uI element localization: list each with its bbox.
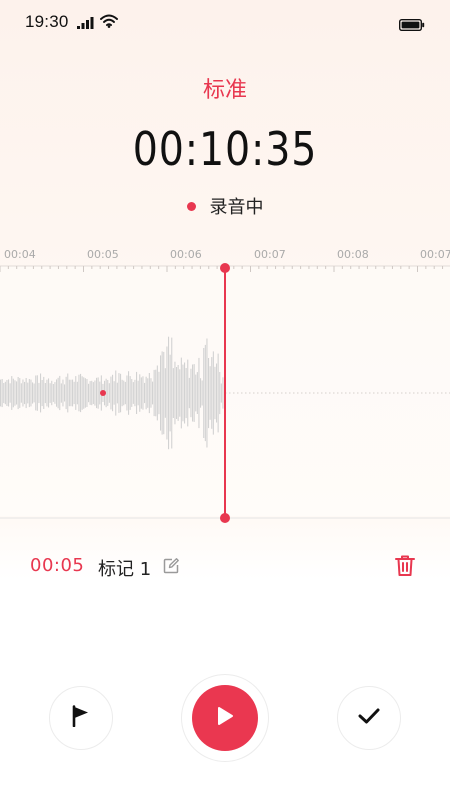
timeline-tick: 00:07	[254, 248, 286, 261]
status-time: 19:30	[25, 12, 69, 31]
marker-point[interactable]	[100, 390, 106, 396]
recording-status: 录音中	[0, 193, 450, 219]
recording-status-text: 录音中	[209, 197, 264, 218]
marker-time: 00:05	[30, 555, 85, 576]
play-button-inner	[192, 685, 258, 751]
edit-icon[interactable]	[163, 558, 179, 578]
timeline-tick: 00:07	[420, 248, 450, 261]
battery-icon	[398, 16, 425, 35]
timeline-tick: 00:04	[4, 248, 36, 261]
elapsed-timer: 00:10:35	[132, 122, 318, 176]
flag-icon	[71, 705, 91, 731]
status-bar: 19:30	[0, 0, 450, 44]
check-icon	[358, 707, 380, 729]
timeline-tick: 00:06	[170, 248, 202, 261]
marker-list-item[interactable]: 00:05 标记 1	[0, 547, 450, 587]
playhead-bottom-handle[interactable]	[220, 513, 230, 523]
play-button[interactable]	[181, 674, 269, 762]
finish-recording-button[interactable]	[337, 686, 401, 750]
timeline-tick: 00:08	[337, 248, 369, 261]
signal-icon	[77, 14, 95, 33]
recording-mode-label[interactable]: 标准	[0, 72, 450, 104]
wifi-icon	[100, 13, 118, 32]
play-icon	[216, 706, 234, 730]
waveform-graph: 00:04 00:05 00:06 00:07 00:08 00:07	[0, 248, 450, 523]
recording-dot-icon	[186, 201, 196, 211]
trash-icon[interactable]	[395, 555, 415, 581]
playhead-top-handle[interactable]	[220, 263, 230, 273]
marker-name: 标记 1	[98, 559, 152, 580]
waveform-panel[interactable]: 00:04 00:05 00:06 00:07 00:08 00:07	[0, 236, 450, 526]
timeline-tick: 00:05	[87, 248, 119, 261]
add-marker-button[interactable]	[49, 686, 113, 750]
